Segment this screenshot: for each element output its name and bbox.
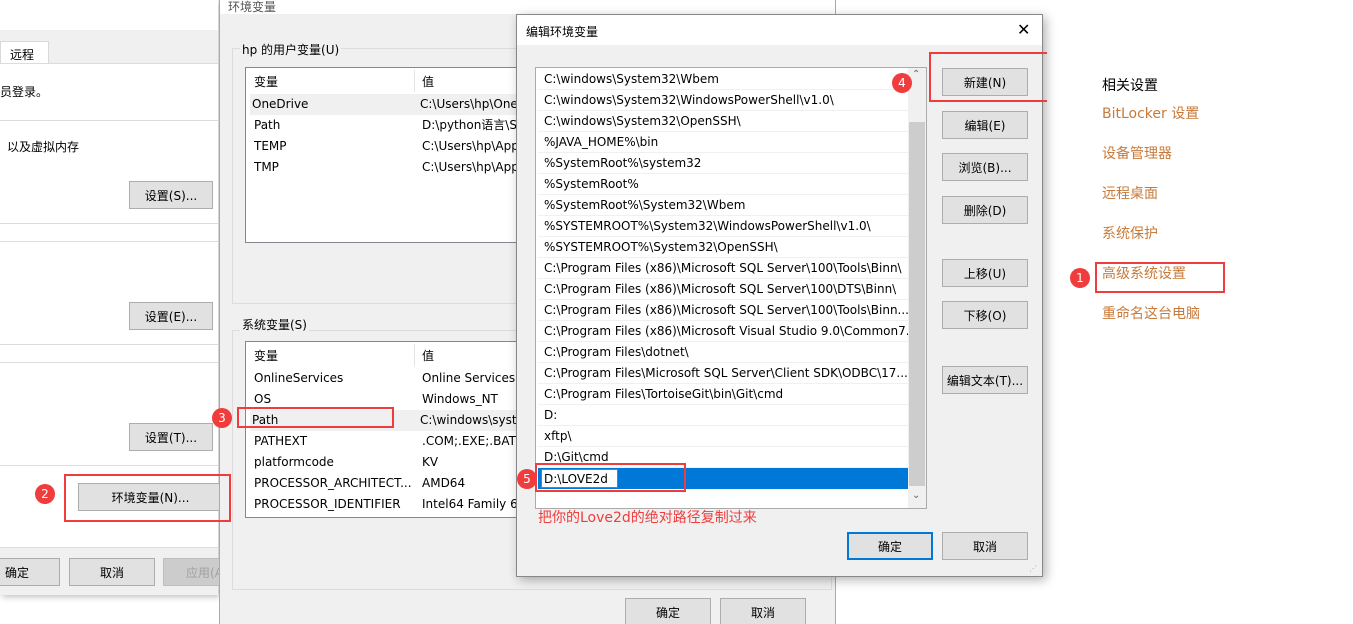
annotation-box-2 (64, 474, 231, 522)
move-down-button[interactable]: 下移(O) (942, 301, 1028, 329)
path-row[interactable]: C:\Program Files\dotnet\ (538, 342, 908, 363)
edit-button[interactable]: 编辑(E) (942, 111, 1028, 139)
dialog-title: 环境变量 (228, 0, 277, 14)
bitlocker-link[interactable]: BitLocker 设置 (1102, 103, 1199, 123)
path-list[interactable]: C:\windows\System32\Wbem C:\windows\Syste… (535, 67, 927, 509)
path-row[interactable]: C:\Program Files (x86)\Microsoft SQL Ser… (538, 258, 908, 279)
annotation-box-4 (929, 52, 1047, 102)
annotation-step-4: 4 (892, 73, 912, 93)
annotation-step-1: 1 (1070, 268, 1090, 288)
path-row[interactable]: D: (538, 405, 908, 426)
move-up-button[interactable]: 上移(U) (942, 259, 1028, 287)
path-row[interactable]: C:\Program Files\Microsoft SQL Server\Cl… (538, 363, 908, 384)
scrollbar-thumb[interactable] (909, 122, 925, 486)
dialog-title: 编辑环境变量 (526, 25, 599, 39)
scrollbar[interactable]: ⌃ ⌄ (908, 68, 926, 508)
path-row[interactable]: C:\Program Files (x86)\Microsoft SQL Ser… (538, 279, 908, 300)
edit-text-button[interactable]: 编辑文本(T)... (942, 366, 1028, 394)
login-text: 员登录。 (0, 85, 49, 99)
path-row[interactable]: %SystemRoot% (538, 174, 908, 195)
path-row[interactable]: C:\Program Files (x86)\Microsoft SQL Ser… (538, 300, 908, 321)
annotation-note: 把你的Love2d的绝对路径复制过来 (538, 510, 757, 526)
path-row[interactable]: %JAVA_HOME%\bin (538, 132, 908, 153)
system-variables-label: 系统变量(S) (240, 316, 309, 333)
annotation-step-2: 2 (35, 484, 55, 504)
path-row[interactable]: C:\windows\System32\Wbem (538, 69, 908, 90)
browse-button[interactable]: 浏览(B)... (942, 153, 1028, 181)
annotation-step-5: 5 (517, 469, 537, 489)
annotation-box-3 (237, 407, 394, 428)
ok-button[interactable]: 确定 (0, 558, 60, 586)
column-header-variable[interactable]: 变量 (254, 344, 278, 368)
close-icon[interactable]: ✕ (1017, 20, 1030, 39)
path-row[interactable]: %SystemRoot%\system32 (538, 153, 908, 174)
memory-text: 以及虚拟内存 (7, 140, 80, 154)
path-row[interactable]: C:\Program Files\TortoiseGit\bin\Git\cmd (538, 384, 908, 405)
path-row[interactable]: xftp\ (538, 426, 908, 447)
performance-settings-button[interactable]: 设置(S)... (129, 181, 213, 209)
resize-grip-icon[interactable]: ⋰ (1029, 564, 1037, 573)
path-row[interactable]: C:\windows\System32\OpenSSH\ (538, 111, 908, 132)
device-manager-link[interactable]: 设备管理器 (1102, 143, 1172, 163)
scroll-up-icon[interactable]: ⌃ (912, 69, 920, 80)
rename-pc-link[interactable]: 重命名这台电脑 (1102, 303, 1200, 323)
path-row[interactable]: %SYSTEMROOT%\System32\WindowsPowerShell\… (538, 216, 908, 237)
related-settings-title: 相关设置 (1102, 78, 1158, 94)
path-row[interactable]: %SystemRoot%\System32\Wbem (538, 195, 908, 216)
annotation-step-3: 3 (212, 408, 232, 428)
remote-desktop-link[interactable]: 远程桌面 (1102, 183, 1158, 203)
path-row[interactable]: C:\windows\System32\WindowsPowerShell\v1… (538, 90, 908, 111)
scroll-down-icon[interactable]: ⌄ (912, 490, 920, 501)
path-row[interactable]: C:\Program Files (x86)\Microsoft Visual … (538, 321, 908, 342)
ok-button[interactable]: 确定 (847, 532, 933, 560)
cancel-button[interactable]: 取消 (720, 598, 806, 624)
annotation-box-1 (1095, 262, 1225, 293)
cancel-button[interactable]: 取消 (69, 558, 155, 586)
profile-settings-button[interactable]: 设置(E)... (129, 302, 213, 330)
column-header-value[interactable]: 值 (422, 344, 434, 368)
column-header-variable[interactable]: 变量 (254, 70, 278, 94)
path-row[interactable]: %SYSTEMROOT%\System32\OpenSSH\ (538, 237, 908, 258)
startup-settings-button[interactable]: 设置(T)... (129, 423, 213, 451)
delete-button[interactable]: 删除(D) (942, 196, 1028, 224)
user-variables-label: hp 的用户变量(U) (240, 41, 342, 58)
tab-remote[interactable]: 远程 (0, 41, 49, 64)
system-protection-link[interactable]: 系统保护 (1102, 223, 1158, 243)
column-header-value[interactable]: 值 (422, 70, 434, 94)
ok-button[interactable]: 确定 (625, 598, 711, 624)
annotation-box-5 (535, 463, 686, 492)
cancel-button[interactable]: 取消 (942, 532, 1028, 560)
